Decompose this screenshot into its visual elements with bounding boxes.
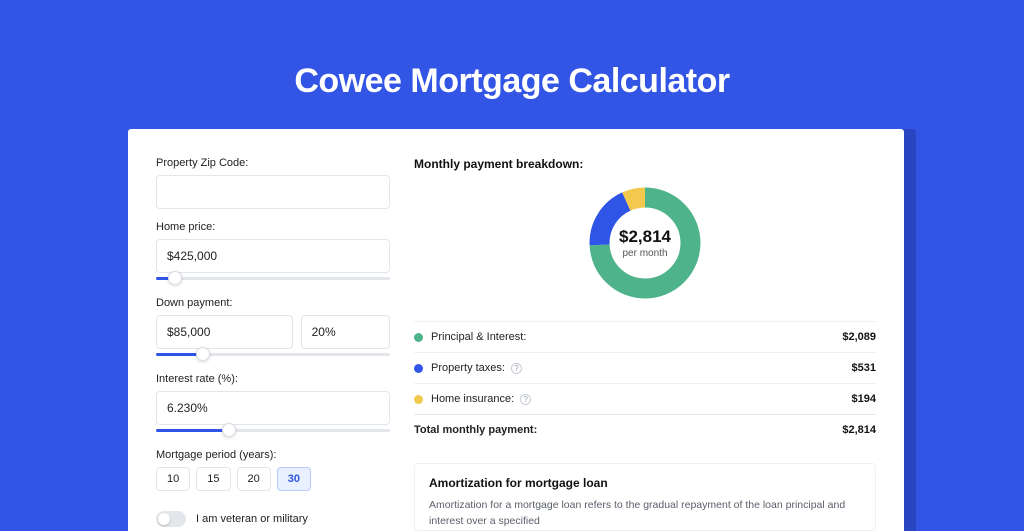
calculator-card: Property Zip Code: Home price: Down paym… xyxy=(128,129,904,531)
interest-slider-fill xyxy=(156,429,229,432)
amortization-text: Amortization for a mortgage loan refers … xyxy=(429,498,861,530)
legend-label: Home insurance: ? xyxy=(431,393,852,405)
interest-input[interactable] xyxy=(156,391,390,425)
period-pills: 10 15 20 30 xyxy=(156,467,390,491)
amortization-card: Amortization for mortgage loan Amortizat… xyxy=(414,463,876,531)
legend-row-principal: Principal & Interest: $2,089 xyxy=(414,321,876,352)
legend-label: Property taxes: ? xyxy=(431,362,852,374)
down-payment-input[interactable] xyxy=(156,315,293,349)
veteran-row: I am veteran or military xyxy=(156,511,390,527)
legend-label: Principal & Interest: xyxy=(431,331,842,343)
dot-icon xyxy=(414,364,423,373)
legend-row-insurance: Home insurance: ? $194 xyxy=(414,383,876,414)
form-panel: Property Zip Code: Home price: Down paym… xyxy=(156,157,406,531)
page-title: Cowee Mortgage Calculator xyxy=(0,62,1024,101)
legend-value: $2,089 xyxy=(842,331,876,343)
dot-icon xyxy=(414,395,423,404)
donut-amount: $2,814 xyxy=(619,227,671,247)
total-label: Total monthly payment: xyxy=(414,424,842,436)
down-payment-label: Down payment: xyxy=(156,297,390,309)
legend-row-taxes: Property taxes: ? $531 xyxy=(414,352,876,383)
veteran-label: I am veteran or military xyxy=(196,513,308,525)
dot-icon xyxy=(414,333,423,342)
total-row: Total monthly payment: $2,814 xyxy=(414,414,876,445)
down-payment-row xyxy=(156,315,390,349)
home-price-slider-thumb[interactable] xyxy=(168,271,182,285)
breakdown-title: Monthly payment breakdown: xyxy=(414,157,876,171)
period-pill-10[interactable]: 10 xyxy=(156,467,190,491)
period-pill-15[interactable]: 15 xyxy=(196,467,230,491)
veteran-toggle[interactable] xyxy=(156,511,186,527)
interest-slider-thumb[interactable] xyxy=(222,423,236,437)
hero: Cowee Mortgage Calculator xyxy=(0,0,1024,129)
zip-label: Property Zip Code: xyxy=(156,157,390,169)
amortization-title: Amortization for mortgage loan xyxy=(429,476,861,490)
legend-value: $531 xyxy=(852,362,876,374)
info-icon[interactable]: ? xyxy=(511,363,522,374)
info-icon[interactable]: ? xyxy=(520,394,531,405)
down-payment-slider-thumb[interactable] xyxy=(196,347,210,361)
donut-chart: $2,814 per month xyxy=(585,183,705,303)
period-label: Mortgage period (years): xyxy=(156,449,390,461)
period-pill-30[interactable]: 30 xyxy=(277,467,311,491)
donut-center: $2,814 per month xyxy=(585,183,705,303)
donut-sub: per month xyxy=(622,248,667,259)
interest-label: Interest rate (%): xyxy=(156,373,390,385)
card-shadow: Property Zip Code: Home price: Down paym… xyxy=(128,129,916,531)
total-value: $2,814 xyxy=(842,424,876,436)
down-payment-slider[interactable] xyxy=(156,347,390,361)
down-payment-pct-input[interactable] xyxy=(301,315,390,349)
breakdown-panel: Monthly payment breakdown: $2,814 per mo… xyxy=(406,157,876,531)
legend-value: $194 xyxy=(852,393,876,405)
home-price-input[interactable] xyxy=(156,239,390,273)
home-price-slider[interactable] xyxy=(156,271,390,285)
interest-slider[interactable] xyxy=(156,423,390,437)
period-pill-20[interactable]: 20 xyxy=(237,467,271,491)
zip-input[interactable] xyxy=(156,175,390,209)
donut-wrap: $2,814 per month xyxy=(414,181,876,321)
home-price-label: Home price: xyxy=(156,221,390,233)
